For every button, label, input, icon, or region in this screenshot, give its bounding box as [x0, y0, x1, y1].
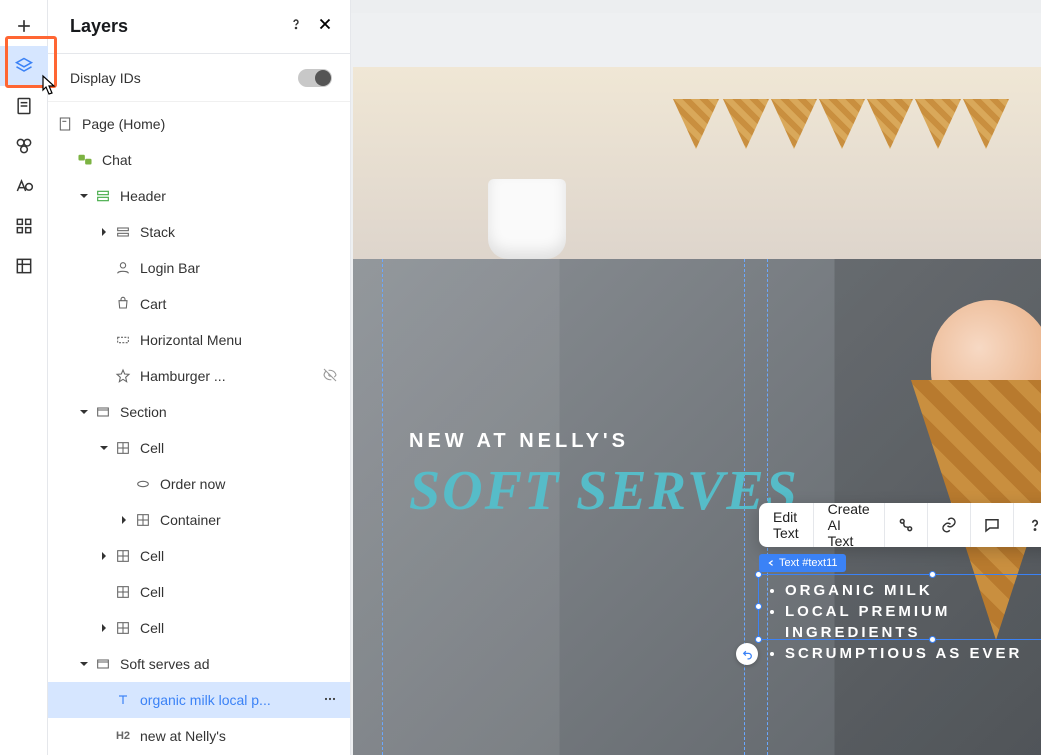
- section-icon: [94, 187, 112, 205]
- layers-tree: Page (Home) Chat Header Stack: [48, 102, 350, 755]
- tree-item-cart[interactable]: Cart: [48, 286, 350, 322]
- apps-button[interactable]: [0, 206, 48, 246]
- site-styles-button[interactable]: [0, 126, 48, 166]
- grid-icon: [114, 619, 132, 637]
- tree-item-order-now[interactable]: Order now: [48, 466, 350, 502]
- caret-down-icon[interactable]: [76, 656, 92, 672]
- layers-toolbar-button[interactable]: [0, 46, 48, 86]
- tree-item-chat[interactable]: Chat: [48, 142, 350, 178]
- canvas-topbar: [351, 0, 1041, 13]
- caret-down-icon[interactable]: [76, 404, 92, 420]
- caret-right-icon[interactable]: [116, 512, 132, 528]
- text-icon: [114, 691, 132, 709]
- resize-handle[interactable]: [755, 603, 762, 610]
- caret-down-icon[interactable]: [96, 440, 112, 456]
- user-icon: [114, 259, 132, 277]
- tree-item-new-at-nellys[interactable]: H2 new at Nelly's: [48, 718, 350, 754]
- panel-title: Layers: [70, 16, 128, 37]
- tree-item-page[interactable]: Page (Home): [48, 106, 350, 142]
- tree-item-hamburger[interactable]: Hamburger ...: [48, 358, 350, 394]
- tree-item-soft-serves-ad[interactable]: Soft serves ad: [48, 646, 350, 682]
- grid-icon: [134, 511, 152, 529]
- typography-button[interactable]: [0, 166, 48, 206]
- tree-item-horizontal-menu[interactable]: Horizontal Menu: [48, 322, 350, 358]
- hero-subtitle[interactable]: NEW AT NELLY'S: [409, 430, 799, 453]
- tree-item-organic-text[interactable]: organic milk local p...: [48, 682, 350, 718]
- help-button[interactable]: [1014, 503, 1041, 547]
- grid-icon: [114, 583, 132, 601]
- animation-button[interactable]: [885, 503, 928, 547]
- help-icon[interactable]: [288, 16, 304, 37]
- create-ai-text-button[interactable]: Create AI Text: [814, 503, 885, 547]
- canvas[interactable]: NEW AT NELLY'S SOFT SERVES Edit Text Cre…: [351, 0, 1041, 755]
- tree-item-cell-1[interactable]: Cell: [48, 430, 350, 466]
- comment-button[interactable]: [971, 503, 1014, 547]
- tree-item-header[interactable]: Header: [48, 178, 350, 214]
- hero-image-top: [353, 67, 1041, 259]
- add-button[interactable]: [0, 6, 48, 46]
- hero-title[interactable]: SOFT SERVES: [409, 459, 799, 523]
- display-ids-label: Display IDs: [70, 70, 141, 86]
- hero-text-block: NEW AT NELLY'S SOFT SERVES: [409, 430, 799, 523]
- menu-icon: [114, 331, 132, 349]
- section-icon: [94, 655, 112, 673]
- tree-item-stack[interactable]: Stack: [48, 214, 350, 250]
- pages-button[interactable]: [0, 86, 48, 126]
- caret-right-icon[interactable]: [96, 548, 112, 564]
- display-ids-toggle[interactable]: [298, 69, 332, 87]
- cms-button[interactable]: [0, 246, 48, 286]
- left-toolbar: [0, 0, 48, 755]
- display-ids-row: Display IDs: [48, 54, 350, 102]
- stack-icon: [114, 223, 132, 241]
- caret-right-icon[interactable]: [96, 620, 112, 636]
- undo-badge[interactable]: [736, 643, 758, 665]
- edit-text-button[interactable]: Edit Text: [759, 503, 814, 547]
- heading-icon: H2: [114, 727, 132, 745]
- tree-item-cell-2[interactable]: Cell: [48, 538, 350, 574]
- resize-handle[interactable]: [929, 571, 936, 578]
- element-toolbar: Edit Text Create AI Text: [759, 503, 1041, 547]
- panel-header: Layers: [48, 0, 350, 54]
- resize-handle[interactable]: [929, 636, 936, 643]
- tree-item-login-bar[interactable]: Login Bar: [48, 250, 350, 286]
- close-icon[interactable]: [316, 15, 334, 38]
- link-button[interactable]: [928, 503, 971, 547]
- selection-tag[interactable]: Text #text11: [759, 554, 846, 572]
- guide-line: [382, 259, 383, 755]
- tree-item-cell-4[interactable]: Cell: [48, 610, 350, 646]
- selection-box[interactable]: [758, 574, 1041, 640]
- layers-panel: Layers Display IDs Page (Home) Chat: [48, 0, 351, 755]
- cart-icon: [114, 295, 132, 313]
- resize-handle[interactable]: [755, 636, 762, 643]
- resize-handle[interactable]: [755, 571, 762, 578]
- button-icon: [134, 475, 152, 493]
- more-icon[interactable]: [322, 691, 338, 710]
- chat-icon: [76, 151, 94, 169]
- section-icon: [94, 403, 112, 421]
- grid-icon: [114, 439, 132, 457]
- tree-item-cell-3[interactable]: Cell: [48, 574, 350, 610]
- tree-item-section[interactable]: Section: [48, 394, 350, 430]
- grid-icon: [114, 547, 132, 565]
- tree-item-container[interactable]: Container: [48, 502, 350, 538]
- hidden-icon[interactable]: [322, 367, 338, 386]
- star-icon: [114, 367, 132, 385]
- caret-right-icon[interactable]: [96, 224, 112, 240]
- page-icon: [56, 115, 74, 133]
- caret-down-icon[interactable]: [76, 188, 92, 204]
